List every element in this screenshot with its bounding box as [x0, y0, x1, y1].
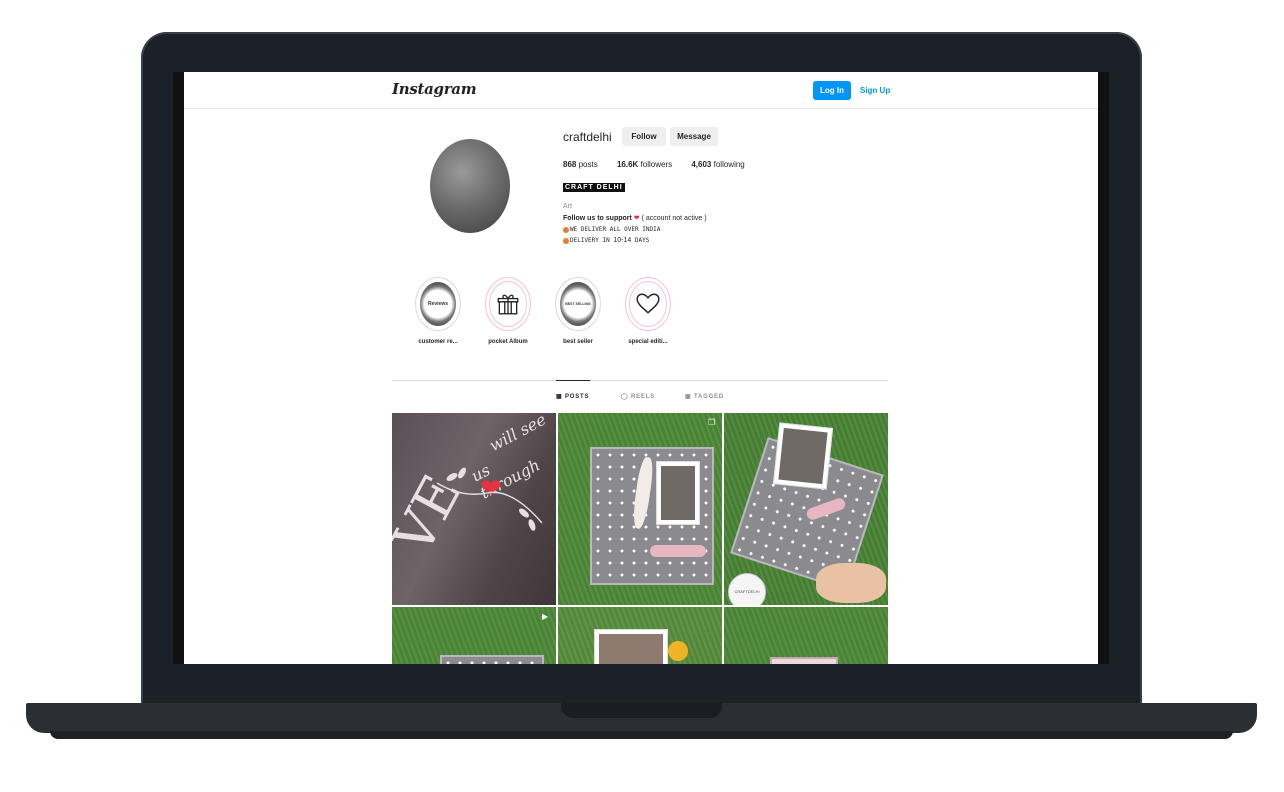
laptop-notch — [561, 703, 722, 718]
best-seller-icon: BEST SELLING — [560, 282, 596, 326]
highlight-pocket-album[interactable]: pocket Album — [473, 277, 543, 345]
tab-reels[interactable]: ◯ REELS — [621, 393, 655, 400]
multiple-posts-icon: ❐ — [708, 418, 716, 427]
active-tab-indicator — [556, 380, 590, 381]
following-count[interactable]: 4,603 following — [691, 160, 744, 169]
heart-outline-icon — [629, 281, 667, 327]
reviews-icon: Reviews — [420, 282, 456, 326]
followers-count[interactable]: 16.6K followers — [617, 160, 672, 169]
log-in-button[interactable]: Log In — [813, 81, 851, 100]
post-thumbnail[interactable]: ❐ — [558, 413, 722, 605]
highlight-label: special editi... — [628, 339, 668, 345]
profile-username: craftdelhi — [563, 130, 612, 144]
post-thumbnail[interactable] — [724, 607, 888, 664]
bio-line-1: Follow us to support ❤ ( account not act… — [563, 215, 707, 222]
post-thumbnail[interactable]: ▶ — [392, 607, 556, 664]
follow-button[interactable]: Follow — [622, 127, 666, 146]
sunflower-icon — [668, 641, 688, 661]
floral-decoration-icon — [436, 467, 543, 531]
gift-icon — [489, 281, 527, 327]
profile-full-name: CRAFT DELHI — [563, 183, 625, 192]
tab-posts[interactable]: ▦ POSTS — [556, 393, 589, 400]
highlight-best-seller[interactable]: BEST SELLING best seller — [543, 277, 613, 345]
highlight-special-edition[interactable]: special editi... — [613, 277, 683, 345]
reel-play-icon: ▶ — [542, 612, 549, 621]
tagged-icon: ▣ — [685, 394, 692, 400]
message-button[interactable]: Message — [670, 127, 718, 146]
profile-avatar[interactable] — [430, 139, 510, 233]
reels-icon: ◯ — [621, 394, 629, 400]
bio-line-3: DELIVERY IN 10-14 DAYS — [563, 237, 649, 244]
browser-screen: Instagram Log In Sign Up craftdelhi Foll… — [184, 72, 1098, 664]
emoji-icon — [563, 226, 569, 233]
tab-tagged[interactable]: ▣ TAGGED — [685, 393, 724, 400]
highlight-label: best seller — [563, 339, 593, 345]
highlight-customer-reviews[interactable]: Reviews customer re... — [403, 277, 473, 345]
profile-category: Art — [563, 203, 572, 210]
posts-count: 868 posts — [563, 160, 598, 169]
laptop-base-lip — [50, 731, 1233, 739]
profile-stats: 868 posts 16.6K followers 4,603 followin… — [563, 160, 762, 169]
grid-icon: ▦ — [556, 394, 563, 400]
bio-line-2: WE DELIVER ALL OVER INDIA — [563, 226, 660, 233]
post-thumbnail[interactable]: CRAFTDELHI — [724, 413, 888, 605]
highlight-label: customer re... — [418, 339, 458, 345]
post-thumbnail[interactable] — [558, 607, 722, 664]
top-nav-bar: Instagram Log In Sign Up — [184, 72, 1098, 109]
highlight-label: pocket Album — [488, 339, 528, 345]
instagram-logo[interactable]: Instagram — [392, 80, 477, 98]
post-thumbnail[interactable]: will see us through VE ❤ — [392, 413, 556, 605]
tabs-divider — [392, 380, 888, 381]
emoji-icon — [563, 237, 569, 244]
sign-up-link[interactable]: Sign Up — [860, 81, 890, 100]
